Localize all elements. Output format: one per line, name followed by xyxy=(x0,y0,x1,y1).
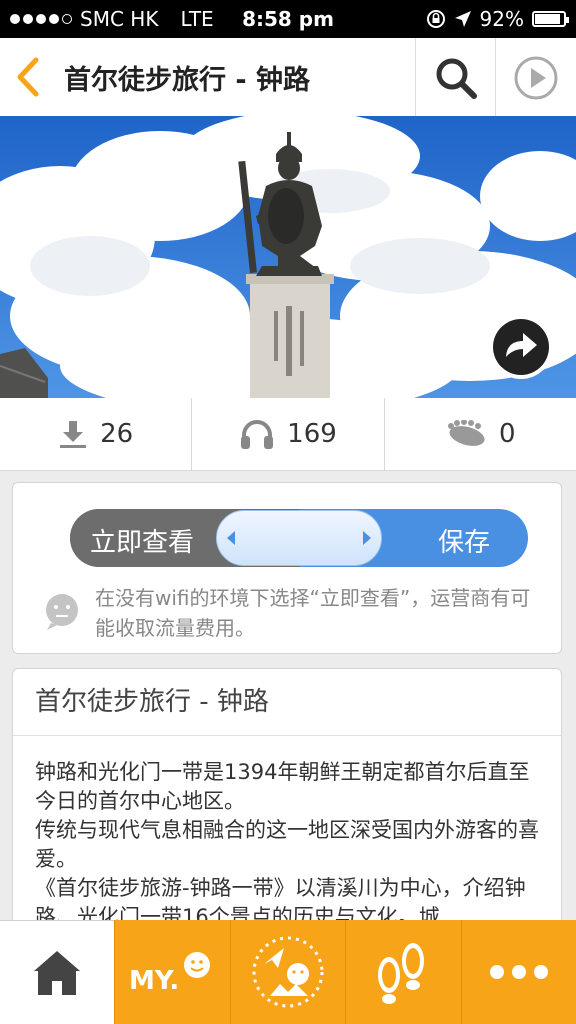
data-usage-tip: 在没有wifi的环境下选择“立即查看”，运营商有可能收取流量费用。 xyxy=(95,586,531,640)
footprints-icon xyxy=(448,420,485,446)
share-arrow-icon[interactable] xyxy=(487,313,555,381)
listen-count-value: 169 xyxy=(287,419,337,449)
page-title: 首尔徒步旅行 - 钟路 xyxy=(64,65,311,96)
description-title: 首尔徒步旅行 - 钟路 xyxy=(13,669,561,736)
my-icon: MY. xyxy=(129,952,211,996)
tab-more[interactable] xyxy=(460,920,576,1024)
download-icon xyxy=(60,421,87,448)
location-arrow-icon xyxy=(454,11,471,27)
play-circle-icon[interactable] xyxy=(512,54,560,102)
footprint-count: 0 xyxy=(385,398,576,470)
arrow-right-icon xyxy=(363,531,371,545)
stats-row: 26 169 0 xyxy=(0,398,576,471)
home-icon xyxy=(34,950,80,995)
status-right-group: 92% xyxy=(426,7,569,31)
tab-home[interactable] xyxy=(0,920,114,1024)
toggle-knob[interactable] xyxy=(216,510,382,566)
description-paragraph: 传统与现代气息相融合的这一地区深受国内外游客的喜爱。 xyxy=(35,818,539,871)
rotation-lock-icon xyxy=(426,10,445,28)
listen-count: 169 xyxy=(192,398,385,470)
tab-explore[interactable] xyxy=(229,920,345,1024)
status-bar: SMC HK LTE 8:58 pm 92% xyxy=(0,0,576,38)
nav-divider xyxy=(495,38,496,116)
description-body: 钟路和光化门一带是1394年朝鲜王朝定都首尔后直至今日的首尔中心地区。 传统与现… xyxy=(13,736,561,932)
view-mode-card: 立即查看 保存 在没有wifi的环境下选择“立即查看”，运营商有可能收取流量费用… xyxy=(12,482,562,654)
nav-bar: 首尔徒步旅行 - 钟路 xyxy=(0,38,576,117)
search-icon[interactable] xyxy=(432,54,480,102)
save-label[interactable]: 保存 xyxy=(438,522,490,559)
nav-divider xyxy=(415,38,416,116)
download-count: 26 xyxy=(0,398,193,470)
download-count-value: 26 xyxy=(100,419,134,449)
view-now-label[interactable]: 立即查看 xyxy=(90,522,194,559)
battery-icon xyxy=(532,11,569,27)
explore-icon xyxy=(252,936,324,1008)
footprint-count-value: 0 xyxy=(499,419,516,449)
headphones-icon xyxy=(241,420,274,449)
tab-bar: MY. xyxy=(0,920,576,1024)
battery-percent: 92% xyxy=(479,7,524,31)
chevron-left-icon[interactable] xyxy=(12,56,46,98)
description-card: 首尔徒步旅行 - 钟路 钟路和光化门一带是1394年朝鲜王朝定都首尔后直至今日的… xyxy=(12,668,562,948)
more-icon xyxy=(489,965,548,979)
tab-my[interactable]: MY. xyxy=(114,920,230,1024)
description-paragraph: 钟路和光化门一带是1394年朝鲜王朝定都首尔后直至今日的首尔中心地区。 xyxy=(35,760,530,813)
arrow-left-icon xyxy=(227,531,235,545)
view-save-toggle[interactable]: 立即查看 保存 xyxy=(70,509,528,567)
my-label: MY. xyxy=(129,966,179,996)
face-icon xyxy=(46,594,78,630)
footprints-icon xyxy=(378,943,425,1004)
tab-walks[interactable] xyxy=(345,920,461,1024)
